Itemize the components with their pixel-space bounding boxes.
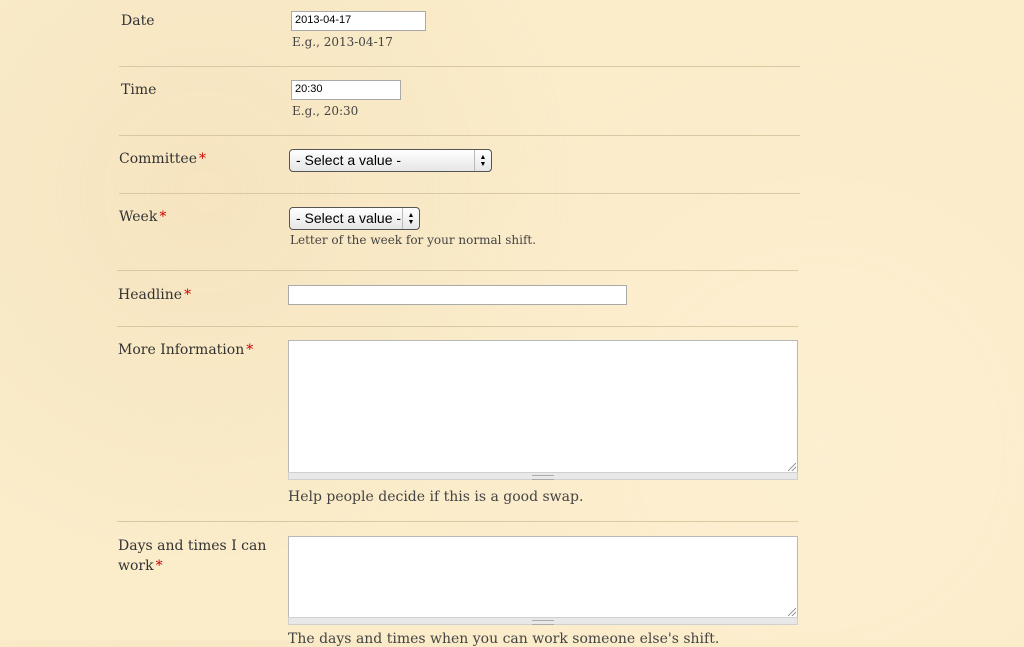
committee-label: Committee * bbox=[119, 149, 206, 169]
divider bbox=[119, 135, 800, 136]
required-marker: * bbox=[155, 558, 163, 574]
updown-arrows-icon: ▲ ▼ bbox=[474, 150, 491, 171]
time-input[interactable]: 20:30 bbox=[291, 80, 401, 100]
time-description: E.g., 20:30 bbox=[292, 104, 359, 118]
more-info-resize-handle[interactable] bbox=[288, 472, 798, 480]
headline-label: Headline * bbox=[118, 285, 191, 305]
days-times-label-line1: Days and times I can bbox=[118, 538, 267, 554]
date-input[interactable]: 2013-04-17 bbox=[291, 11, 426, 31]
more-info-textarea[interactable] bbox=[288, 340, 798, 473]
divider bbox=[117, 521, 798, 522]
time-label: Time bbox=[121, 82, 157, 98]
days-times-label-line2: work bbox=[118, 558, 154, 574]
required-marker: * bbox=[159, 209, 167, 225]
week-select[interactable]: - Select a value - ▲ ▼ bbox=[289, 207, 420, 230]
week-label: Week * bbox=[119, 207, 166, 227]
days-times-label: Days and times I can work * bbox=[118, 536, 268, 576]
date-label: Date bbox=[121, 13, 155, 29]
more-info-description: Help people decide if this is a good swa… bbox=[288, 489, 584, 505]
committee-select[interactable]: - Select a value - ▲ ▼ bbox=[289, 149, 492, 172]
grip-lines-icon bbox=[532, 475, 554, 480]
more-info-label: More Information * bbox=[118, 340, 253, 360]
divider bbox=[119, 193, 800, 194]
resize-grip-icon[interactable] bbox=[788, 608, 796, 616]
week-select-value: - Select a value - bbox=[296, 210, 402, 226]
committee-select-value: - Select a value - bbox=[296, 152, 402, 168]
more-info-label-text: More Information bbox=[118, 342, 245, 358]
committee-label-text: Committee bbox=[119, 151, 197, 167]
headline-label-text: Headline bbox=[118, 287, 183, 303]
resize-grip-icon[interactable] bbox=[788, 463, 796, 471]
week-label-text: Week bbox=[119, 209, 158, 225]
days-times-resize-handle[interactable] bbox=[288, 617, 798, 625]
divider bbox=[117, 270, 798, 271]
days-times-textarea[interactable] bbox=[288, 536, 798, 618]
date-description: E.g., 2013-04-17 bbox=[292, 35, 393, 49]
updown-arrows-icon: ▲ ▼ bbox=[402, 208, 419, 229]
divider bbox=[119, 66, 800, 67]
grip-lines-icon bbox=[532, 620, 554, 625]
required-marker: * bbox=[199, 151, 206, 167]
days-times-description: The days and times when you can work som… bbox=[288, 631, 720, 647]
required-marker: * bbox=[184, 287, 192, 303]
headline-input[interactable] bbox=[288, 285, 627, 305]
required-marker: * bbox=[246, 342, 254, 358]
divider bbox=[117, 326, 798, 327]
week-description: Letter of the week for your normal shift… bbox=[290, 233, 537, 247]
